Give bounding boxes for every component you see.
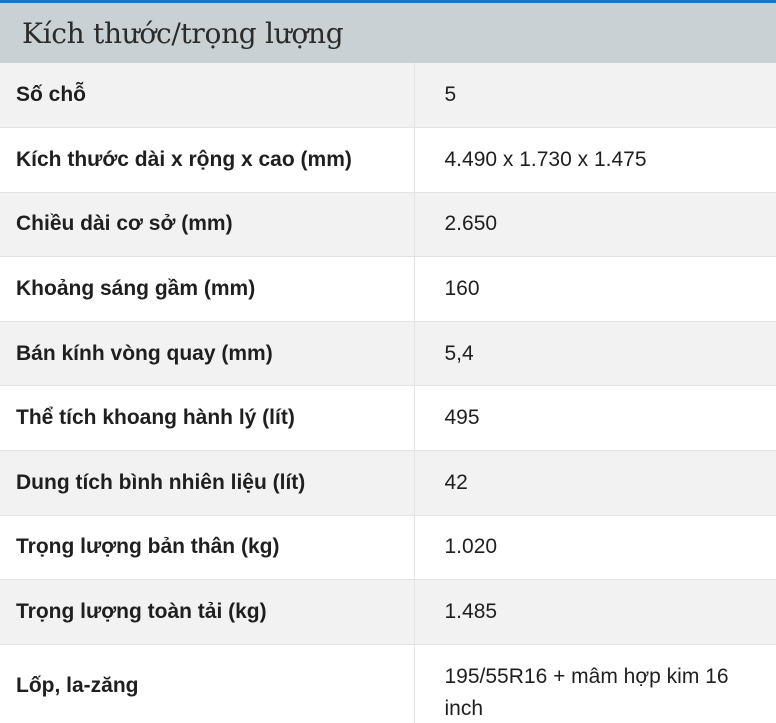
row-value: 195/55R16 + mâm hợp kim 16 inch [414,644,776,723]
table-row: Chiều dài cơ sở (mm) 2.650 [0,192,776,258]
section-header: Kích thước/trọng lượng [0,3,776,63]
row-value: 4.490 x 1.730 x 1.475 [414,127,776,193]
row-label: Dung tích bình nhiên liệu (lít) [0,450,415,516]
row-value: 1.485 [414,579,776,645]
spec-table-container: Kích thước/trọng lượng Số chỗ 5 Kích thư… [0,0,776,723]
table-row: Trọng lượng toàn tải (kg) 1.485 [0,579,776,645]
row-value: 1.020 [414,515,776,581]
row-value: 5,4 [414,321,776,387]
row-value: 2.650 [414,192,776,258]
row-label: Trọng lượng bản thân (kg) [0,515,415,581]
row-label: Lốp, la-zăng [0,644,415,723]
row-value: 495 [414,385,776,452]
row-label: Kích thước dài x rộng x cao (mm) [0,127,415,193]
section-title: Kích thước/trọng lượng [22,16,344,50]
table-row: Dung tích bình nhiên liệu (lít) 42 [0,450,776,516]
row-label: Bán kính vòng quay (mm) [0,321,415,387]
table-row: Thể tích khoang hành lý (lít) 495 [0,385,776,452]
table-row: Khoảng sáng gầm (mm) 160 [0,256,776,322]
row-label: Thể tích khoang hành lý (lít) [0,385,415,452]
table-row: Lốp, la-zăng 195/55R16 + mâm hợp kim 16 … [0,644,776,723]
row-label: Chiều dài cơ sở (mm) [0,192,415,258]
row-label: Trọng lượng toàn tải (kg) [0,579,415,645]
row-value: 160 [414,256,776,322]
row-value: 5 [414,63,776,129]
table-row: Số chỗ 5 [0,63,776,129]
table-row: Bán kính vòng quay (mm) 5,4 [0,321,776,387]
spec-table: Số chỗ 5 Kích thước dài x rộng x cao (mm… [0,63,776,723]
table-row: Kích thước dài x rộng x cao (mm) 4.490 x… [0,127,776,193]
row-value: 42 [414,450,776,516]
row-label: Số chỗ [0,63,415,129]
row-label: Khoảng sáng gầm (mm) [0,256,415,322]
table-row: Trọng lượng bản thân (kg) 1.020 [0,515,776,581]
